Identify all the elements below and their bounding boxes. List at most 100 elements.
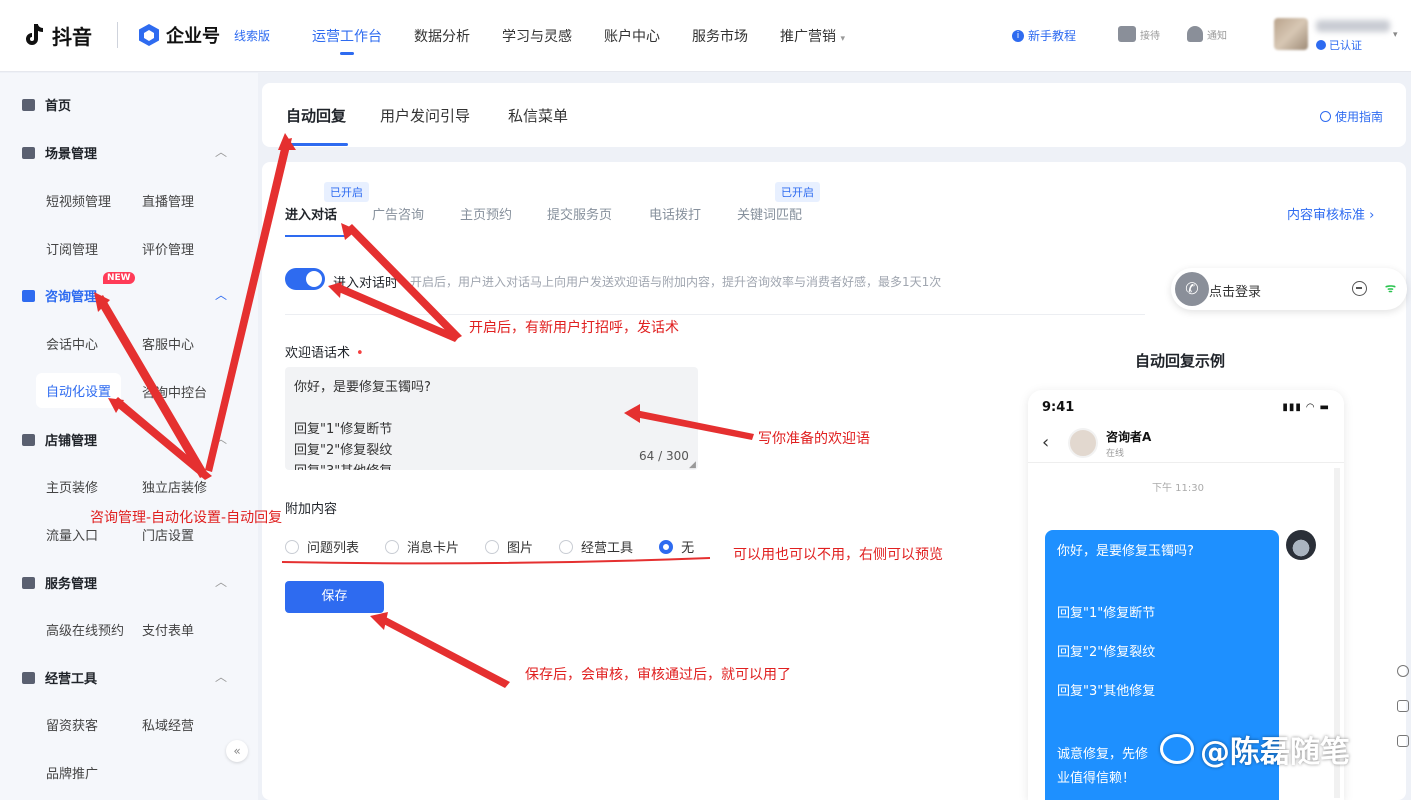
sidebar-item-conversation[interactable]: 会话中心 xyxy=(46,334,98,353)
annotation-toggle: 开启后，有新用户打招呼，发话术 xyxy=(469,320,679,336)
nav-learning[interactable]: 学习与灵感 xyxy=(502,26,572,46)
sidebar-group-shop[interactable]: 店铺管理 xyxy=(22,430,97,449)
sidebar-item-automation[interactable]: 自动化设置 xyxy=(36,373,122,408)
radio-message-card[interactable]: 消息卡片 xyxy=(385,537,459,556)
required-marker: • xyxy=(356,346,364,361)
chevron-up-icon[interactable]: ︿ xyxy=(215,143,227,160)
sidebar-item-private-domain[interactable]: 私域经营 xyxy=(142,715,194,734)
nav-promotion-label: 推广营销 xyxy=(780,29,836,45)
tab-question-guide[interactable]: 用户发问引导 xyxy=(380,105,470,126)
nav-promotion[interactable]: 推广营销 ▾ xyxy=(780,26,845,46)
nav-account[interactable]: 账户中心 xyxy=(604,26,660,46)
sidebar-item-store-decor[interactable]: 独立店装修 xyxy=(142,477,207,496)
sidebar-item-short-video[interactable]: 短视频管理 xyxy=(46,191,111,210)
minimize-icon[interactable] xyxy=(1352,281,1367,296)
status-badge: 已开启 xyxy=(775,182,820,202)
reception-button[interactable]: 接待 xyxy=(1118,26,1160,42)
tab-dm-menu[interactable]: 私信菜单 xyxy=(508,105,568,126)
sidebar-collapse-button[interactable]: « xyxy=(226,740,248,762)
sidebar-group-scene[interactable]: 场景管理 xyxy=(22,143,97,162)
usage-guide-link[interactable]: 使用指南 xyxy=(1320,108,1383,125)
douyin-logo-icon xyxy=(26,24,44,45)
nav-data-analysis[interactable]: 数据分析 xyxy=(414,26,470,46)
chevron-up-icon[interactable]: ︿ xyxy=(215,573,227,590)
sidebar-group-consult[interactable]: 咨询管理 xyxy=(22,286,97,305)
sidebar-group-service[interactable]: 服务管理 xyxy=(22,573,97,592)
back-arrow-icon: ‹ xyxy=(1042,432,1050,453)
chevron-up-icon[interactable]: ︿ xyxy=(215,668,227,685)
radio-question-list[interactable]: 问题列表 xyxy=(285,537,359,556)
chat-header-divider xyxy=(1028,462,1344,463)
welcome-line xyxy=(294,398,689,419)
enterprise-logo[interactable]: 企业号 线索版 xyxy=(138,22,270,48)
resize-handle-icon[interactable]: ◢ xyxy=(689,460,696,470)
verified-label: 已认证 xyxy=(1329,39,1362,52)
sidebar-item-traffic[interactable]: 流量入口 xyxy=(46,525,98,544)
toggle-description: 开启后，用户进入对话马上向用户发送欢迎语与附加内容，提升咨询效率与消费者好感，最… xyxy=(410,275,942,289)
toggle-label: 进入对话时 xyxy=(333,276,399,291)
enter-chat-toggle[interactable] xyxy=(285,268,325,290)
subtab-homepage-booking[interactable]: 主页预约 xyxy=(460,204,512,223)
toggle-knob xyxy=(306,271,322,287)
radio-business-tools[interactable]: 经营工具 xyxy=(559,537,633,556)
sidebar-group-label: 咨询管理 xyxy=(45,290,98,305)
chevron-up-icon[interactable]: ︿ xyxy=(215,430,227,447)
sidebar-item-payment-form[interactable]: 支付表单 xyxy=(142,620,194,639)
subtab-phone-call[interactable]: 电话拨打 xyxy=(649,204,701,223)
top-bar: 抖音 企业号 线索版 运营工作台 数据分析 学习与灵感 账户中心 服务市场 推广… xyxy=(0,0,1411,72)
usage-guide-label: 使用指南 xyxy=(1335,110,1384,124)
sidebar-item-booking[interactable]: 高级在线预约 xyxy=(46,620,124,639)
subtab-ad-consult[interactable]: 广告咨询 xyxy=(372,204,424,223)
radio-image[interactable]: 图片 xyxy=(485,537,533,556)
store-icon xyxy=(22,433,35,446)
douyin-logo[interactable]: 抖音 xyxy=(22,20,92,50)
sidebar-item-live[interactable]: 直播管理 xyxy=(142,191,194,210)
sidebar-item-homepage-decor[interactable]: 主页装修 xyxy=(46,477,98,496)
document-icon[interactable] xyxy=(1397,735,1409,747)
user-avatar[interactable] xyxy=(1274,18,1308,50)
sidebar-item-service-center[interactable]: 客服中心 xyxy=(142,334,194,353)
preview-title: 自动回复示例 xyxy=(1135,352,1226,370)
sidebar-item-home[interactable]: 首页 xyxy=(22,95,71,114)
chat-timestamp: 下午 11:30 xyxy=(1152,483,1204,494)
main-nav: 运营工作台 数据分析 学习与灵感 账户中心 服务市场 推广营销 ▾ xyxy=(312,26,845,55)
notification-button[interactable]: 通知 xyxy=(1187,26,1227,42)
signal-icon: ᯤ xyxy=(1385,281,1396,295)
radio-none[interactable]: 无 xyxy=(659,537,694,556)
sidebar-group-label: 经营工具 xyxy=(45,672,98,687)
chevron-up-icon[interactable]: ︿ xyxy=(215,286,227,303)
welcome-message-textarea[interactable]: 你好，是要修复玉镯吗? 回复"1"修复断节 回复"2"修复裂纹 回复"3"其他修… xyxy=(285,367,698,470)
online-status: 在线 xyxy=(1106,449,1125,459)
subtab-keyword-match[interactable]: 关键词匹配 xyxy=(737,204,802,223)
sidebar-group-tools[interactable]: 经营工具 xyxy=(22,668,97,687)
sidebar-item-console[interactable]: 咨询中控台 xyxy=(142,382,207,401)
account-menu-chevron-icon[interactable]: ▾ xyxy=(1393,30,1398,40)
tutorial-link[interactable]: i 新手教程 xyxy=(1012,27,1076,44)
login-widget[interactable]: ✆ 点击登录 ᯤ xyxy=(1171,268,1407,310)
watermark: @陈磊随笔 xyxy=(1160,727,1350,771)
sidebar-item-leads[interactable]: 留资获客 xyxy=(46,715,98,734)
welcome-line: 回复"2"修复裂纹 xyxy=(294,443,393,458)
link-icon[interactable] xyxy=(1397,700,1409,712)
business-avatar xyxy=(1286,530,1316,560)
subtab-service-page[interactable]: 提交服务页 xyxy=(547,204,612,223)
sidebar-item-reviews[interactable]: 评价管理 xyxy=(142,239,194,258)
welcome-label-text: 欢迎语话术 xyxy=(285,346,351,361)
clock-icon[interactable] xyxy=(1397,665,1409,677)
sidebar-item-subscription[interactable]: 订阅管理 xyxy=(46,239,98,258)
radio-circle xyxy=(285,539,299,554)
tab-auto-reply[interactable]: 自动回复 xyxy=(286,105,346,126)
bubble-line: 回复"2"修复裂纹 xyxy=(1057,645,1156,660)
sidebar-item-brand[interactable]: 品牌推广 xyxy=(46,763,98,782)
nav-service-market[interactable]: 服务市场 xyxy=(692,26,748,46)
info-icon: i xyxy=(1012,29,1024,42)
radio-label: 经营工具 xyxy=(581,541,634,556)
consultant-name: 咨询者A xyxy=(1106,430,1152,444)
sidebar-item-store-settings[interactable]: 门店设置 xyxy=(142,525,194,544)
phone-time: 9:41 xyxy=(1042,400,1075,415)
review-standard-link[interactable]: 内容审核标准 › xyxy=(1287,204,1374,223)
calendar-icon xyxy=(22,576,35,589)
nav-workbench[interactable]: 运营工作台 xyxy=(312,26,382,55)
subtab-enter-chat[interactable]: 进入对话 xyxy=(285,204,337,223)
save-button[interactable]: 保存 xyxy=(285,581,384,613)
